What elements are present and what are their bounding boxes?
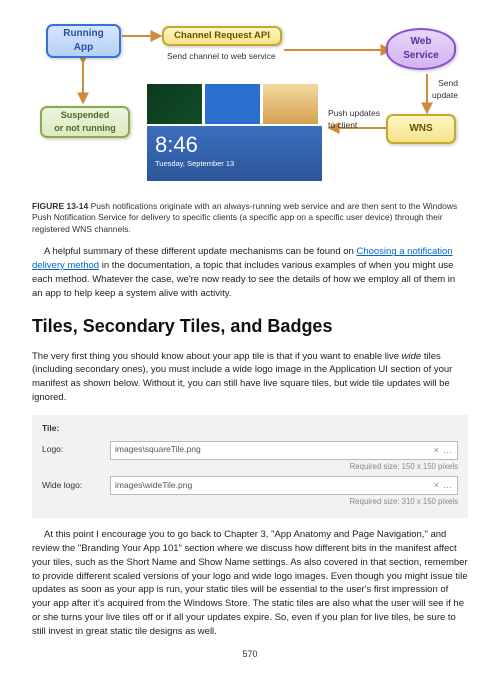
manifest-logo-label: Logo: (42, 444, 100, 456)
label-send-update: Send update (432, 78, 458, 102)
manifest-logo-field[interactable]: images\squareTile.png ×… (110, 441, 458, 460)
browse-button[interactable]: … (443, 445, 453, 455)
box-running-app: Running App (46, 24, 121, 58)
tile-thumb (205, 84, 260, 124)
manifest-widelogo-field[interactable]: images\wideTile.png ×… (110, 476, 458, 495)
lockscreen-date: Tuesday, September 13 (155, 159, 314, 170)
paragraph-wide-tiles: The very first thing you should know abo… (32, 350, 468, 405)
paragraph-branding: At this point I encourage you to go back… (32, 528, 468, 638)
start-screen-thumb (147, 84, 202, 124)
figure-caption-text: Push notifications originate with an alw… (32, 201, 457, 234)
manifest-tile-section: Tile: Logo: images\squareTile.png ×… Req… (32, 415, 468, 518)
manifest-logo-hint: Required size: 150 x 150 pixels (42, 462, 458, 473)
manifest-logo-row: Logo: images\squareTile.png ×… (42, 441, 458, 460)
manifest-tile-header: Tile: (42, 423, 458, 435)
browse-button[interactable]: … (443, 480, 453, 490)
manifest-widelogo-label: Wide logo: (42, 480, 100, 492)
label-send-channel: Send channel to web service (167, 51, 276, 63)
photo-thumb (263, 84, 318, 124)
box-wns: WNS (386, 114, 456, 144)
box-web-service: Web Service (386, 28, 456, 70)
paragraph-summary: A helpful summary of these different upd… (32, 245, 468, 300)
page-number: 570 (32, 648, 468, 661)
clear-icon[interactable]: × (434, 480, 439, 490)
figure-caption: FIGURE 13-14 Push notifications originat… (32, 201, 468, 235)
box-suspended: Suspended or not running (40, 106, 130, 138)
manifest-widelogo-row: Wide logo: images\wideTile.png ×… (42, 476, 458, 495)
figure-label: FIGURE 13-14 (32, 201, 88, 211)
lockscreen-thumb: 8:46 Tuesday, September 13 (147, 126, 322, 181)
section-heading: Tiles, Secondary Tiles, and Badges (32, 314, 468, 339)
clear-icon[interactable]: × (434, 445, 439, 455)
architecture-diagram: Running App Channel Request API Web Serv… (32, 18, 468, 193)
box-channel-api: Channel Request API (162, 26, 282, 46)
manifest-widelogo-hint: Required size: 310 x 150 pixels (42, 497, 458, 508)
label-push-updates: Push updates to client (328, 108, 380, 132)
lockscreen-time: 8:46 (155, 130, 314, 161)
